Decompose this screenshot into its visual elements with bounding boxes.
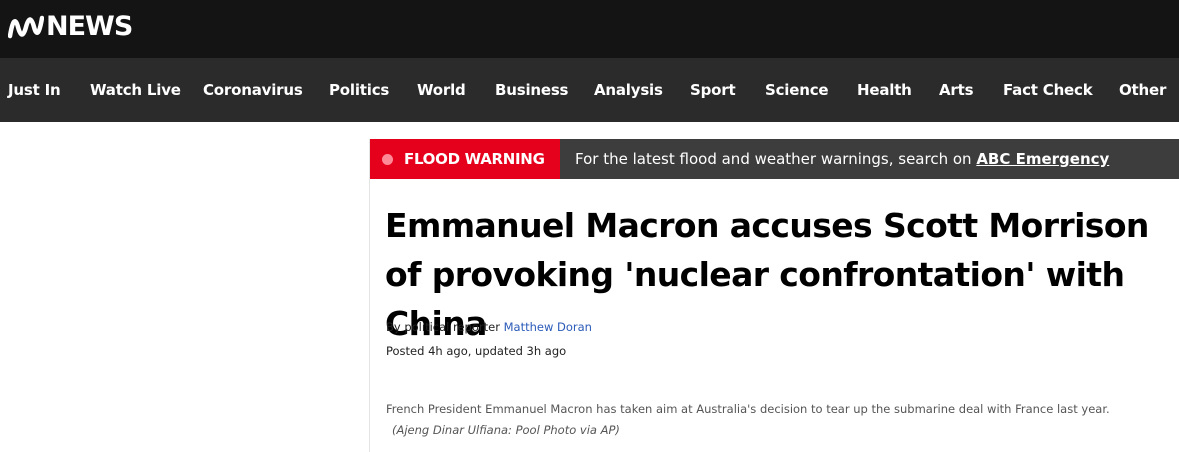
caption-text: French President Emmanuel Macron has tak… [386, 402, 1110, 416]
nav-health[interactable]: Health [857, 58, 912, 122]
nav-watch-live[interactable]: Watch Live [90, 58, 181, 122]
nav-just-in[interactable]: Just In [8, 58, 61, 122]
flood-warning-text: FLOOD WARNING [404, 150, 545, 168]
nav-analysis[interactable]: Analysis [594, 58, 663, 122]
image-caption: French President Emmanuel Macron has tak… [386, 399, 1146, 441]
photo-credit: (Ajeng Dinar Ulfiana: Pool Photo via AP) [392, 423, 620, 437]
alert-dot-icon [382, 154, 393, 165]
nav-science[interactable]: Science [765, 58, 829, 122]
flood-warning-message: For the latest flood and weather warning… [575, 139, 1109, 179]
nav-business[interactable]: Business [495, 58, 568, 122]
left-column [0, 122, 369, 452]
byline: By political reporter Matthew Doran [386, 320, 592, 334]
top-bar: NEWS [0, 0, 1179, 58]
column-divider [369, 139, 370, 452]
nav-politics[interactable]: Politics [329, 58, 389, 122]
flood-message-text: For the latest flood and weather warning… [575, 150, 977, 168]
posted-time: Posted 4h ago, updated 3h ago [386, 344, 567, 358]
flood-warning-banner: FLOOD WARNING For the latest flood and w… [370, 139, 1179, 179]
main-nav: Just In Watch Live Coronavirus Politics … [0, 58, 1179, 122]
nav-fact-check[interactable]: Fact Check [1003, 58, 1093, 122]
logo-text: NEWS [46, 11, 133, 42]
abc-emergency-link[interactable]: ABC Emergency [976, 150, 1109, 168]
byline-prefix: By political reporter [386, 320, 504, 334]
nav-coronavirus[interactable]: Coronavirus [203, 58, 303, 122]
abc-logo-icon [8, 15, 44, 39]
author-link[interactable]: Matthew Doran [504, 320, 592, 334]
nav-arts[interactable]: Arts [939, 58, 974, 122]
nav-sport[interactable]: Sport [690, 58, 736, 122]
nav-other[interactable]: Other [1119, 58, 1166, 122]
nav-world[interactable]: World [417, 58, 466, 122]
abc-news-logo[interactable]: NEWS [8, 11, 133, 42]
flood-warning-label: FLOOD WARNING [370, 139, 560, 179]
